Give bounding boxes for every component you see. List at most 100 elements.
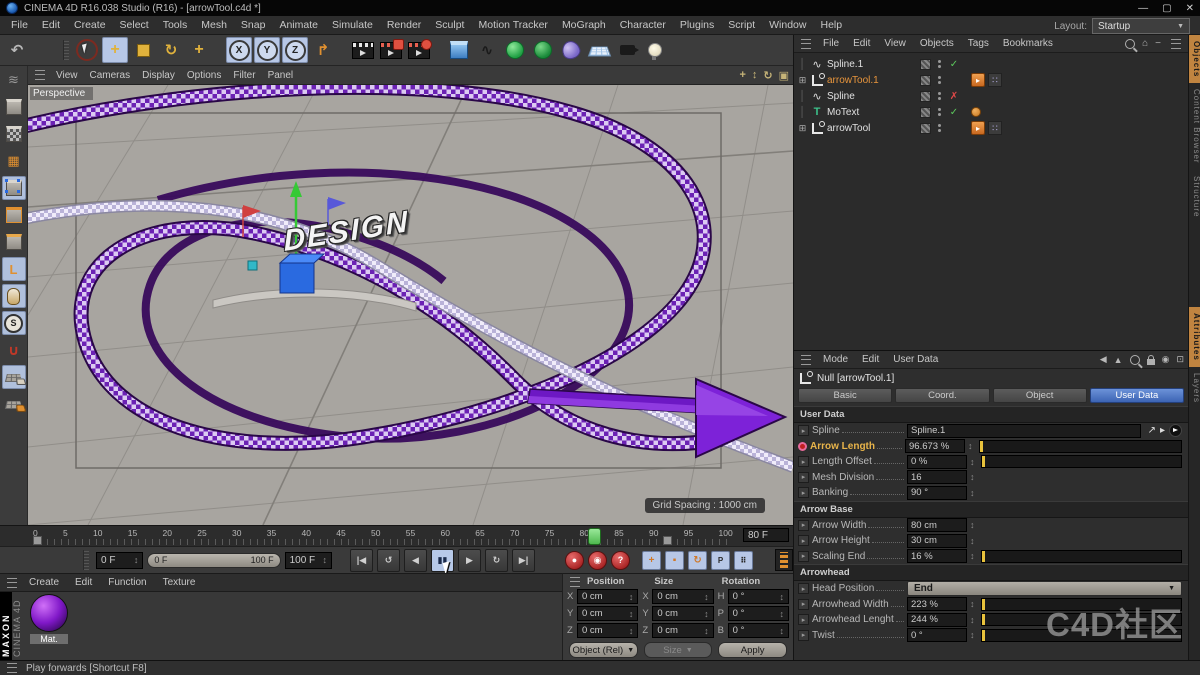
keyframe-indicator-icon[interactable]	[798, 442, 807, 451]
keyframe-selection-button[interactable]: ?	[611, 551, 630, 570]
rotation-field[interactable]: 0 °↕	[728, 589, 789, 604]
model-mode-button[interactable]	[2, 95, 26, 119]
history-back-icon[interactable]: ◀	[1100, 354, 1107, 365]
points-mode-button[interactable]	[2, 176, 26, 200]
param-value-field[interactable]: 30 cm	[907, 534, 967, 548]
spinner-icon[interactable]: ↕	[779, 592, 784, 602]
object-name[interactable]: arrowTool	[827, 123, 913, 134]
key-position-toggle[interactable]: +	[642, 551, 661, 570]
visibility-dots[interactable]	[937, 60, 942, 68]
visibility-dots[interactable]	[937, 76, 942, 84]
lock-z-axis-button[interactable]: Z	[282, 37, 308, 63]
panel-menu-icon[interactable]	[7, 663, 17, 673]
spline-picker-icon[interactable]: ↗	[1148, 425, 1156, 436]
spinner-icon[interactable]: ↕	[134, 555, 139, 565]
viewport-menu-item[interactable]: View	[50, 68, 84, 83]
layer-swatch[interactable]	[920, 107, 931, 118]
viewport-menu-item[interactable]: Options	[181, 68, 227, 83]
spinner-icon[interactable]: ↕	[970, 520, 975, 530]
lock-y-axis-button[interactable]: Y	[254, 37, 280, 63]
spinner-icon[interactable]: ↕	[970, 472, 975, 482]
menu-item[interactable]: Create	[67, 17, 113, 33]
coordinate-mode-dropdown[interactable]: Object (Rel)▼	[569, 642, 638, 658]
panel-menu-icon[interactable]	[7, 578, 17, 588]
live-selection-button[interactable]	[74, 37, 100, 63]
add-deformer-button[interactable]	[530, 37, 556, 63]
path-icon[interactable]: ⌂	[1142, 38, 1148, 49]
maximize-button[interactable]: ▢	[1162, 3, 1171, 14]
add-environment-button[interactable]	[558, 37, 584, 63]
spinner-icon[interactable]: ↕	[970, 488, 975, 498]
key-parameter-toggle[interactable]: P	[711, 551, 730, 570]
layer-swatch[interactable]	[920, 91, 931, 102]
size-field[interactable]: 0 cm↕	[652, 606, 713, 621]
position-field[interactable]: 0 cm↕	[577, 606, 638, 621]
spinner-icon[interactable]: ↕	[779, 609, 784, 619]
lock-x-axis-button[interactable]: X	[226, 37, 252, 63]
expand-icon[interactable]: ▸	[798, 456, 809, 467]
menu-item[interactable]: Select	[113, 17, 156, 33]
menu-item[interactable]: Character	[613, 17, 673, 33]
goto-end-button[interactable]: ▶|	[512, 549, 535, 572]
disabled-cross-icon[interactable]: ✗	[948, 91, 960, 102]
material-menu-item[interactable]: Function	[101, 576, 153, 589]
enable-axis-button[interactable]: L	[2, 257, 26, 281]
object-row[interactable]: ⊞ arrowTool.1 ▸ ∷	[798, 72, 1188, 88]
panel-menu-icon[interactable]	[570, 577, 580, 587]
spinner-icon[interactable]: ↕	[629, 592, 634, 602]
search-icon[interactable]	[1125, 39, 1135, 49]
param-value-field[interactable]: 223 %	[907, 597, 967, 611]
add-spline-button[interactable]: ∿	[474, 37, 500, 63]
param-value-field[interactable]: 0 °	[907, 628, 967, 642]
attribute-menu-item[interactable]: Edit	[855, 353, 886, 366]
arrow-tag-icon[interactable]: ▸	[971, 121, 985, 135]
menu-item[interactable]: Render	[380, 17, 428, 33]
xpresso-tag-icon[interactable]: ∷	[988, 121, 1002, 135]
param-value-field[interactable]: 16 %	[907, 549, 967, 563]
expand-icon[interactable]: ⊞	[798, 76, 807, 85]
toggle-view-icon[interactable]: ▣	[779, 69, 789, 82]
edges-mode-button[interactable]	[2, 203, 26, 227]
add-camera-button[interactable]	[614, 37, 640, 63]
add-light-button[interactable]	[642, 37, 668, 63]
section-arrow-base[interactable]: Arrow Base	[794, 501, 1188, 518]
viewport-menu-item[interactable]: Panel	[262, 68, 300, 83]
visibility-dots[interactable]	[937, 124, 942, 132]
object-row[interactable]: │T MoText ✓	[798, 104, 1188, 120]
spinner-icon[interactable]: ↕	[970, 457, 975, 467]
toolbar-grip[interactable]	[63, 40, 69, 60]
rotation-field[interactable]: 0 °↕	[728, 606, 789, 621]
pan-view-icon[interactable]: +	[739, 69, 745, 82]
key-scale-toggle[interactable]: ▪	[665, 551, 684, 570]
sculpt-mode-button[interactable]: ≋	[2, 68, 26, 92]
menu-item[interactable]: Snap	[234, 17, 273, 33]
add-floor-button[interactable]	[586, 37, 612, 63]
object-row[interactable]: │∿ Spline ✗	[798, 88, 1188, 104]
expand-icon[interactable]: ▸	[798, 630, 809, 641]
expand-icon[interactable]: ▸	[798, 520, 809, 531]
param-value-field[interactable]: 90 °	[907, 486, 967, 500]
move-tool-button[interactable]: +	[102, 37, 128, 63]
spinner-icon[interactable]: ↕	[970, 615, 975, 625]
menu-item[interactable]: File	[4, 17, 35, 33]
arrow-tag-icon[interactable]: ▸	[971, 73, 985, 87]
material-menu-item[interactable]: Texture	[156, 576, 203, 589]
menu-item[interactable]: Edit	[35, 17, 67, 33]
layer-swatch[interactable]	[920, 75, 931, 86]
param-value-field[interactable]: 0 %	[907, 455, 967, 469]
search-icon[interactable]	[1130, 355, 1140, 365]
expand-icon[interactable]: ▸	[798, 425, 809, 436]
size-mode-dropdown[interactable]: Size▼	[644, 642, 713, 658]
xpresso-tag-icon[interactable]: ∷	[988, 73, 1002, 87]
position-field[interactable]: 0 cm↕	[577, 623, 638, 638]
expand-icon[interactable]: ▸	[798, 472, 809, 483]
playhead[interactable]	[588, 528, 601, 545]
play-backwards-loop-button[interactable]: ↺	[377, 549, 400, 572]
object-name-selected[interactable]: arrowTool.1	[827, 75, 913, 86]
magnet-snap-button[interactable]: ∪	[2, 338, 26, 362]
uv-mode-button[interactable]: ▦	[2, 149, 26, 173]
render-picture-viewer-button[interactable]	[378, 37, 404, 63]
expand-link-icon[interactable]: ▸	[1160, 425, 1165, 436]
head-position-dropdown[interactable]: End▼	[907, 581, 1182, 596]
visibility-dots[interactable]	[937, 92, 942, 100]
